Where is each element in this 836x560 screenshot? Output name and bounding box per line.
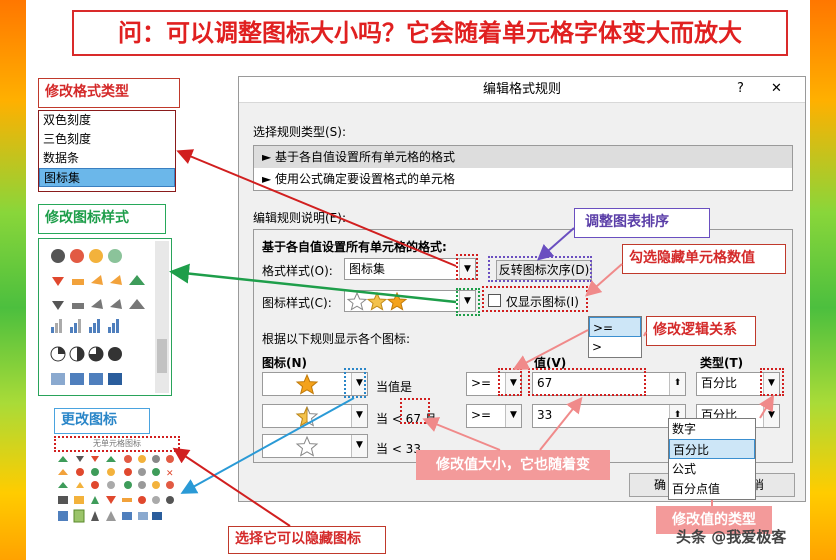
annotation-arrows: [169, 149, 775, 527]
watermark: 头条 @我爱极客: [676, 528, 787, 546]
